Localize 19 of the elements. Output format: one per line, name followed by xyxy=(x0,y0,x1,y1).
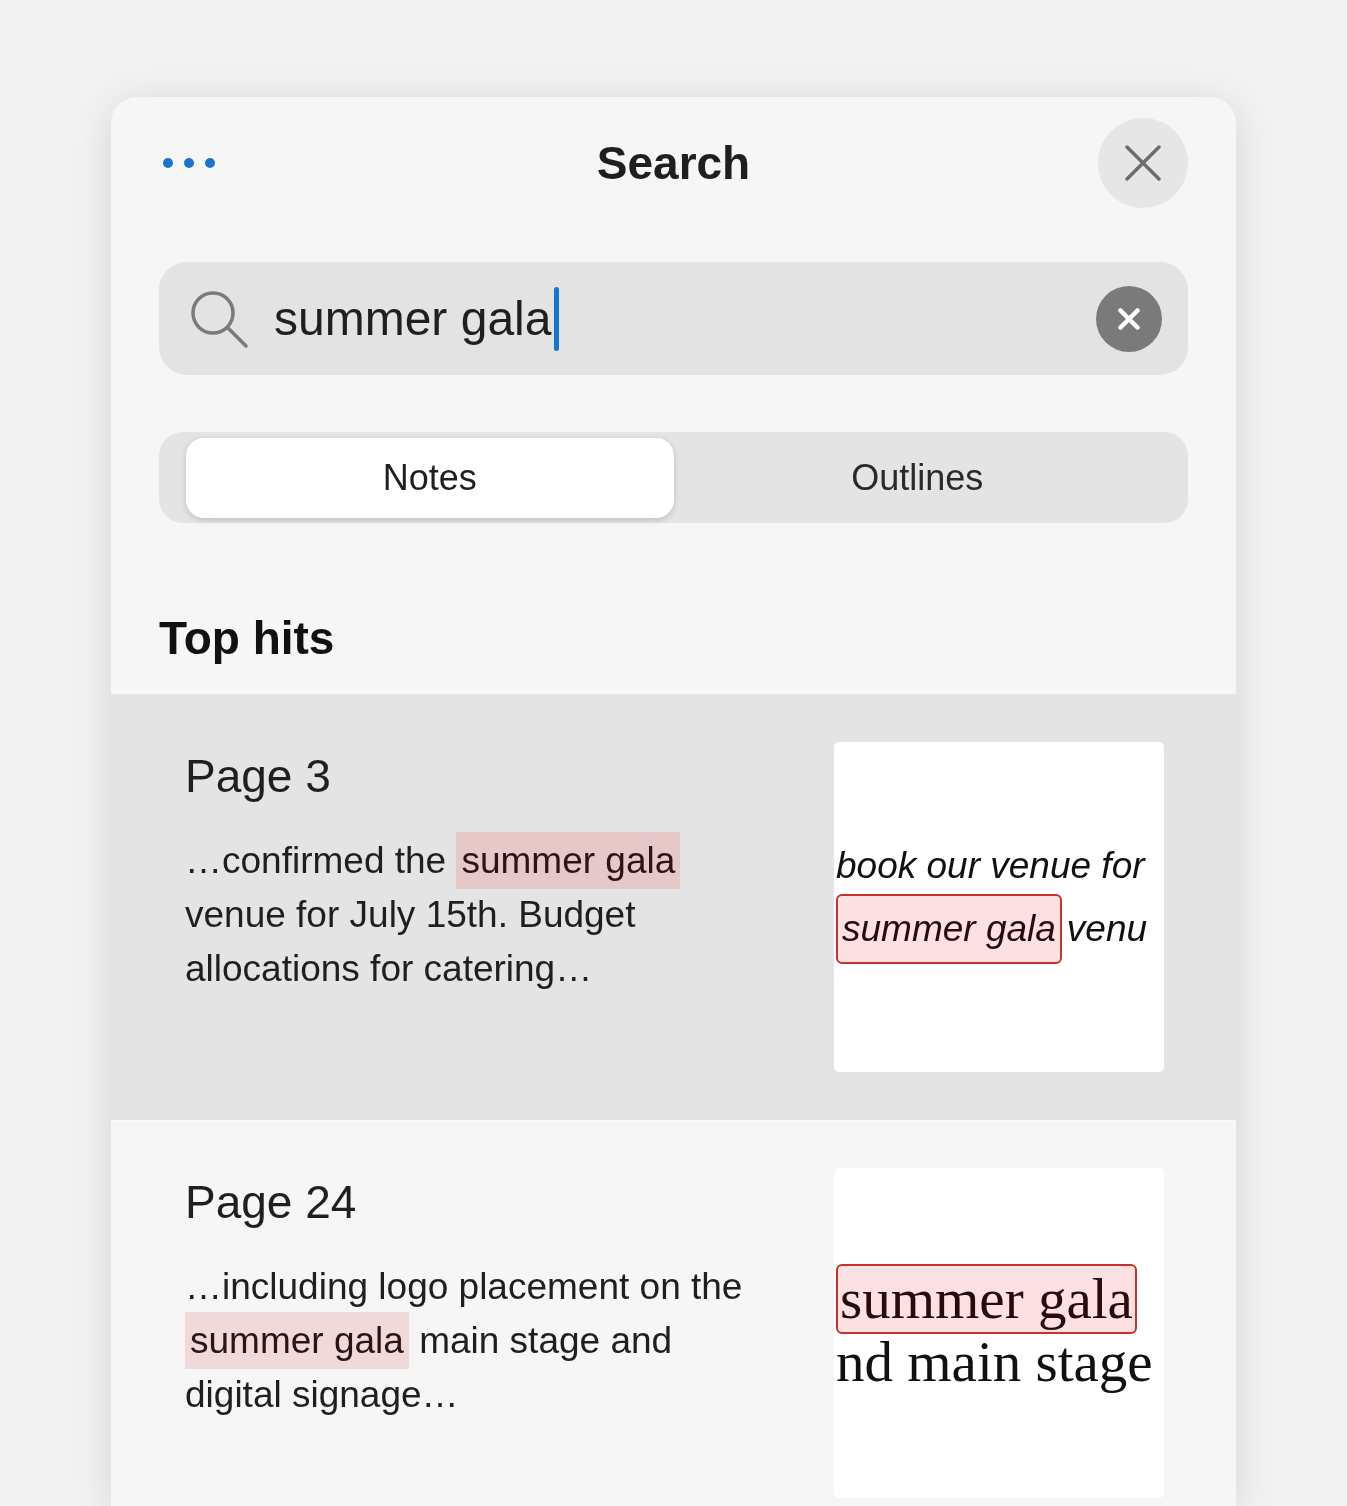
tab[interactable]: Outlines xyxy=(673,438,1161,518)
result-page-title: Page 3 xyxy=(185,749,331,804)
window-title: Search xyxy=(596,136,751,191)
search-icon xyxy=(190,289,248,348)
handwritten-text: venu xyxy=(1066,907,1148,951)
result-page-title: Page 24 xyxy=(185,1175,357,1230)
result-snippet: …confirmed the summer gala venue for July 15th. Budget allocations for catering… xyxy=(185,834,765,996)
search-match-highlight: summer gala xyxy=(836,894,1062,964)
search-match-highlight: summer gala xyxy=(836,1264,1137,1334)
result-snippet: …including logo placement on the summer gala main stage and digital signage… xyxy=(185,1265,744,1417)
more-icon[interactable] xyxy=(163,158,215,168)
search-result[interactable]: Page 3 …confirmed the summer gala venue for July 15th. Budget allocations for catering… book our venue for summer gala venu xyxy=(111,694,1236,1120)
clear-icon xyxy=(1118,307,1140,330)
close-icon xyxy=(1125,145,1161,181)
search-field[interactable]: summer gala xyxy=(159,262,1188,375)
search-result[interactable]: Page 24 …including logo placement on the summer gala main stage and digital signage… summer gala nd main stage xyxy=(111,1120,1236,1506)
handwritten-text: book our venue for xyxy=(836,844,1145,888)
tab[interactable]: Notes xyxy=(186,438,674,518)
section-heading: Top hits xyxy=(159,611,335,666)
